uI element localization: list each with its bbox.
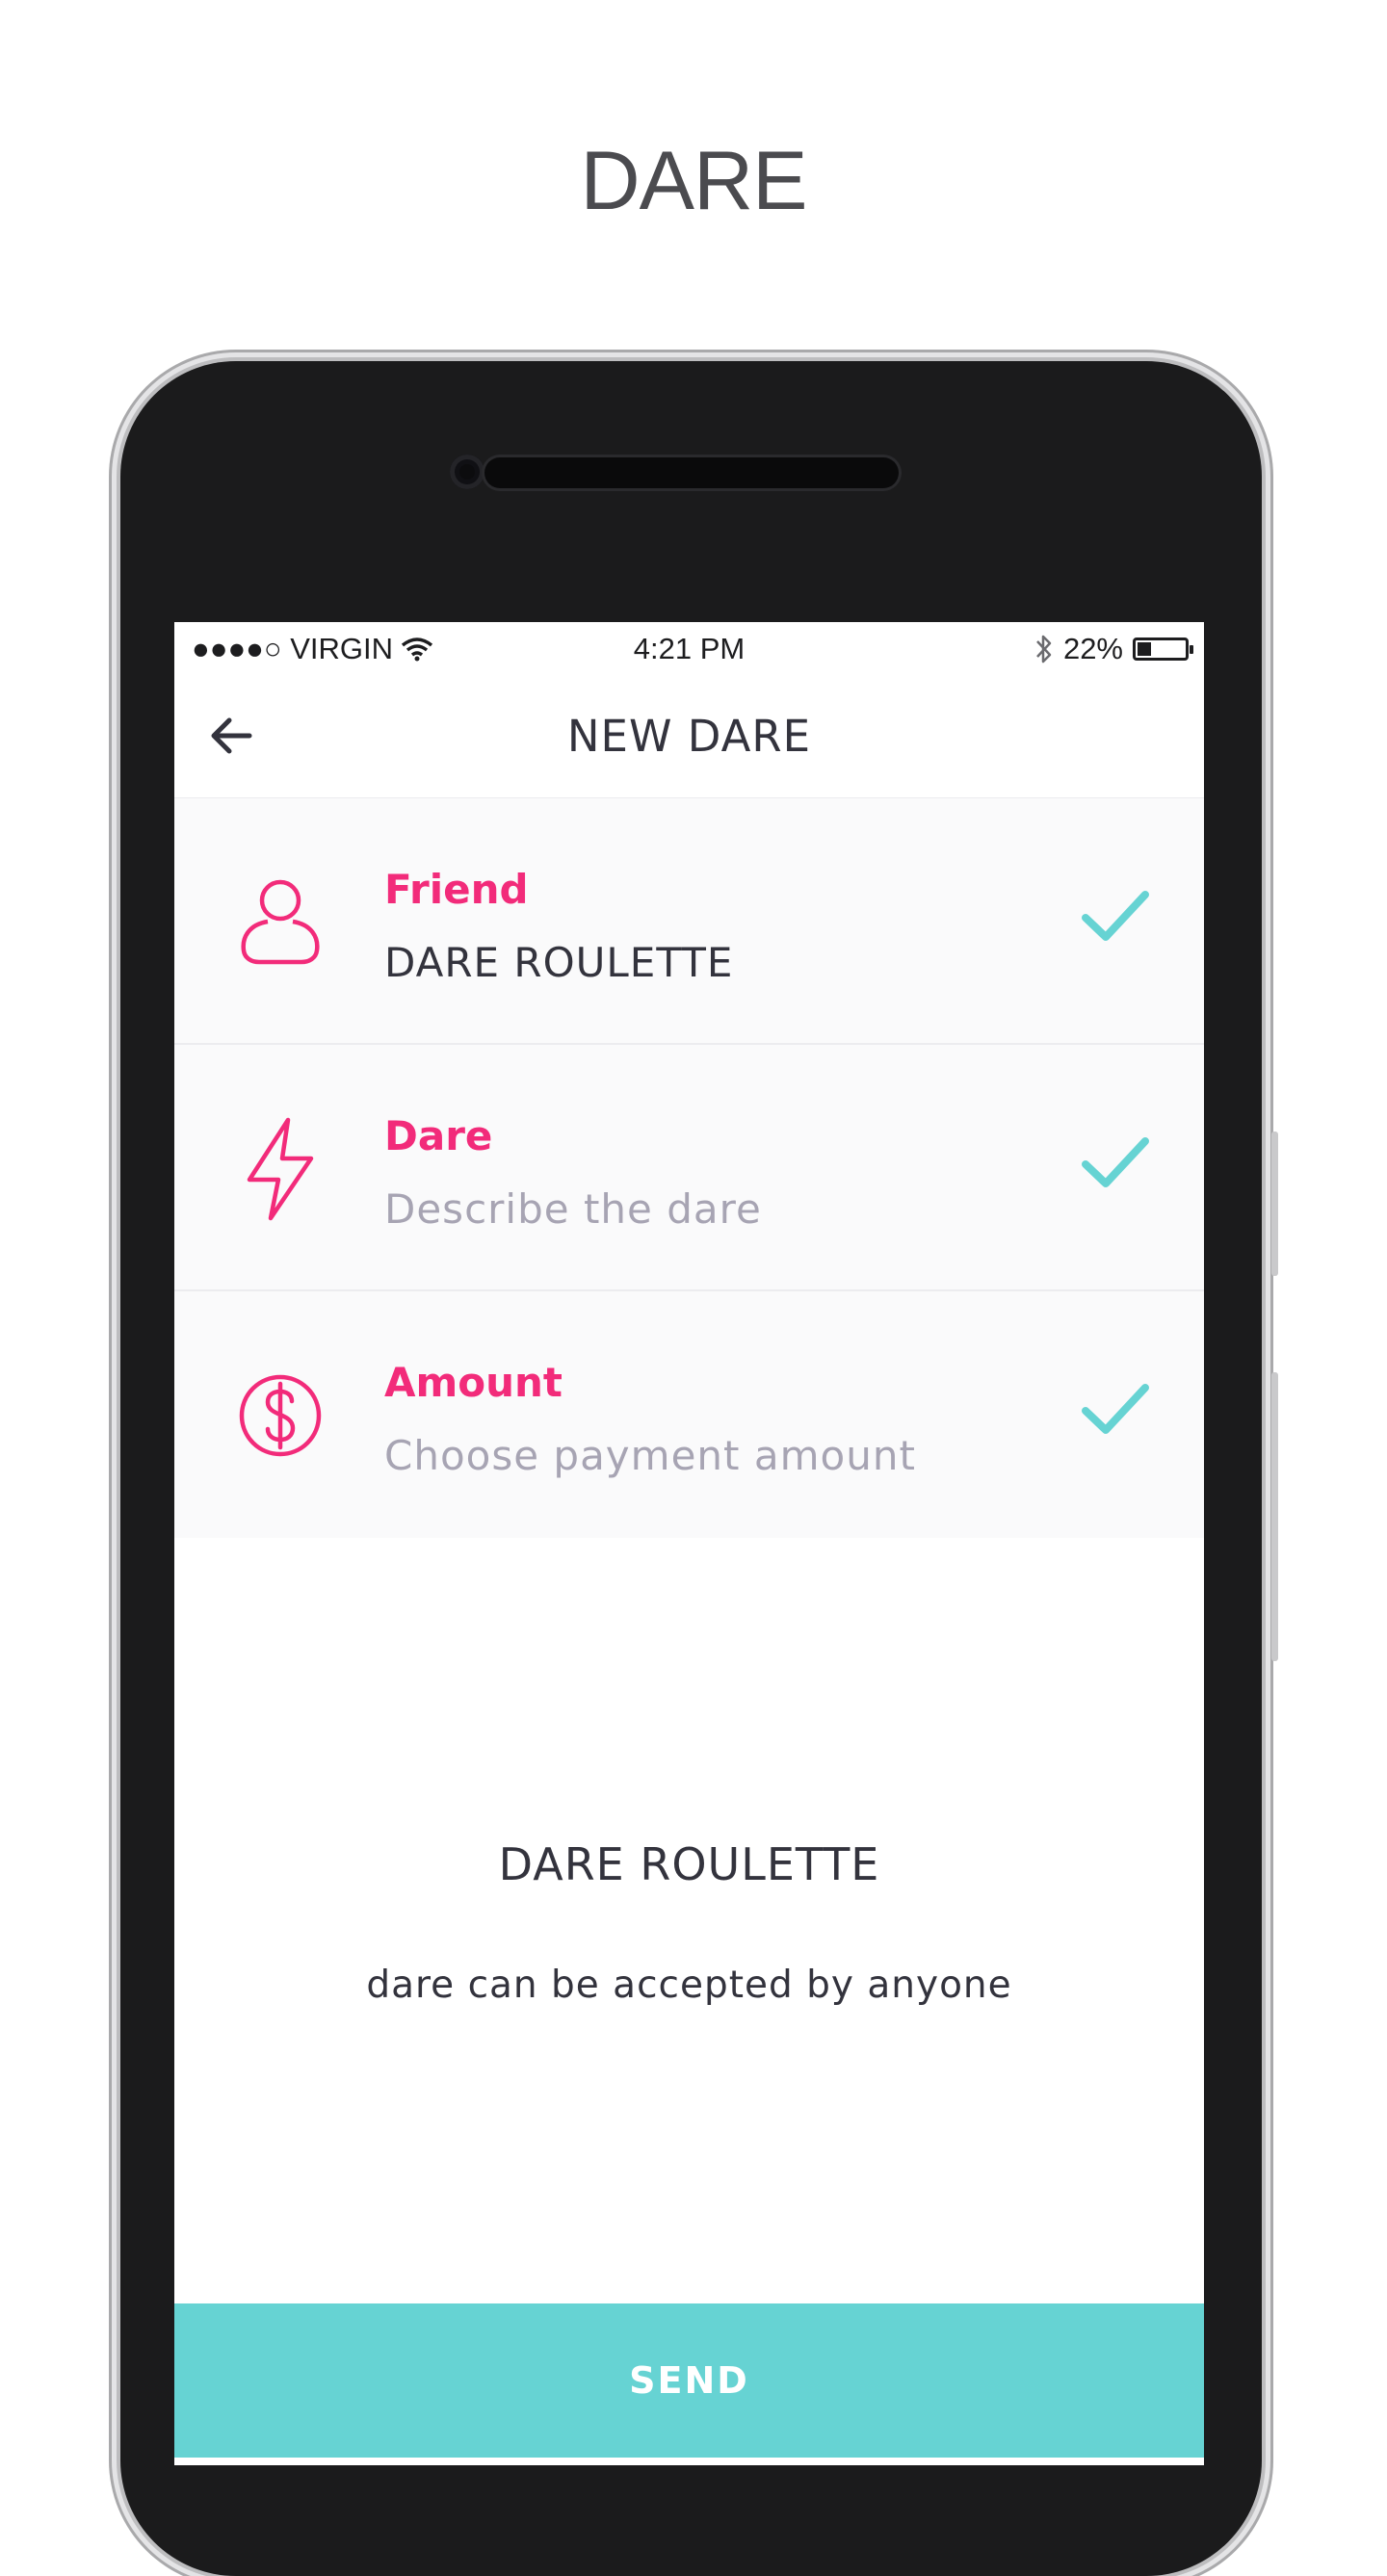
roulette-title: DARE ROULETTE xyxy=(498,1838,880,1890)
battery-icon xyxy=(1133,637,1193,661)
row-amount[interactable]: Amount Choose payment amount xyxy=(174,1291,1204,1538)
row-dare[interactable]: Dare Describe the dare xyxy=(174,1045,1204,1291)
row-friend[interactable]: Friend DARE ROULETTE xyxy=(174,798,1204,1045)
earpiece-speaker xyxy=(484,457,899,488)
friend-value: DARE ROULETTE xyxy=(384,939,734,986)
row-label: Amount xyxy=(384,1359,563,1406)
page-headline: DARE xyxy=(580,135,808,227)
dare-form: Friend DARE ROULETTE Dare Describe the d… xyxy=(174,798,1204,1538)
status-bar: ●●●●○ VIRGIN 4:21 PM 22% xyxy=(174,622,1204,676)
page-title: NEW DARE xyxy=(566,711,812,762)
front-camera xyxy=(450,455,484,489)
row-label: Friend xyxy=(384,866,529,913)
roulette-description: dare can be accepted by anyone xyxy=(366,1964,1012,2007)
lightning-icon xyxy=(247,1117,314,1221)
check-icon xyxy=(1082,1137,1149,1187)
user-icon xyxy=(241,879,320,965)
battery-percent: 22% xyxy=(1062,632,1123,665)
volume-button xyxy=(1271,1132,1278,1276)
dollar-icon xyxy=(239,1374,322,1457)
amount-field[interactable]: Choose payment amount xyxy=(384,1432,916,1479)
bluetooth-icon xyxy=(1036,635,1052,664)
row-label: Dare xyxy=(384,1112,493,1159)
app-screen: ●●●●○ VIRGIN 4:21 PM 22% NEW DARE Friend… xyxy=(174,622,1204,2465)
send-button[interactable]: SEND xyxy=(174,2303,1204,2458)
dare-description-field[interactable]: Describe the dare xyxy=(384,1185,762,1233)
nav-bar: NEW DARE xyxy=(174,676,1204,799)
check-icon xyxy=(1082,891,1149,941)
power-button xyxy=(1271,1372,1278,1661)
check-icon xyxy=(1082,1384,1149,1434)
